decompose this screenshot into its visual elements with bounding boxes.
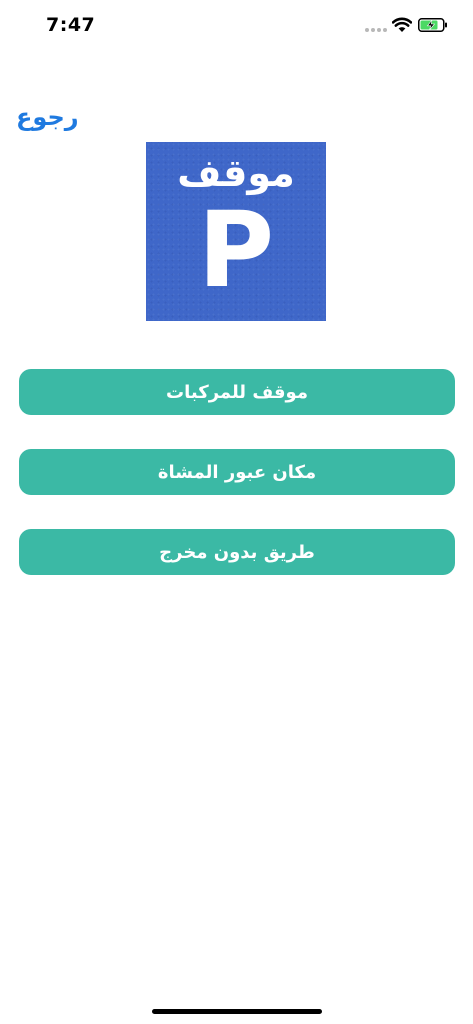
status-time: 7:47 [46, 14, 96, 36]
signal-icon [365, 28, 387, 34]
option-button-dead-end-road[interactable]: طريق بدون مخرج [19, 529, 455, 575]
parking-sign-image: موقف P [146, 142, 326, 321]
home-indicator[interactable] [152, 1009, 322, 1014]
back-button[interactable]: رجوع [16, 103, 79, 131]
option-button-pedestrian-crossing[interactable]: مكان عبور المشاة [19, 449, 455, 495]
option-button-vehicle-parking[interactable]: موقف للمركبات [19, 369, 455, 415]
sign-word: موقف [177, 151, 295, 195]
battery-charging-icon [418, 18, 447, 32]
wifi-icon [392, 17, 412, 32]
sign-letter: P [197, 189, 275, 311]
status-bar: 7:47 [0, 0, 473, 50]
